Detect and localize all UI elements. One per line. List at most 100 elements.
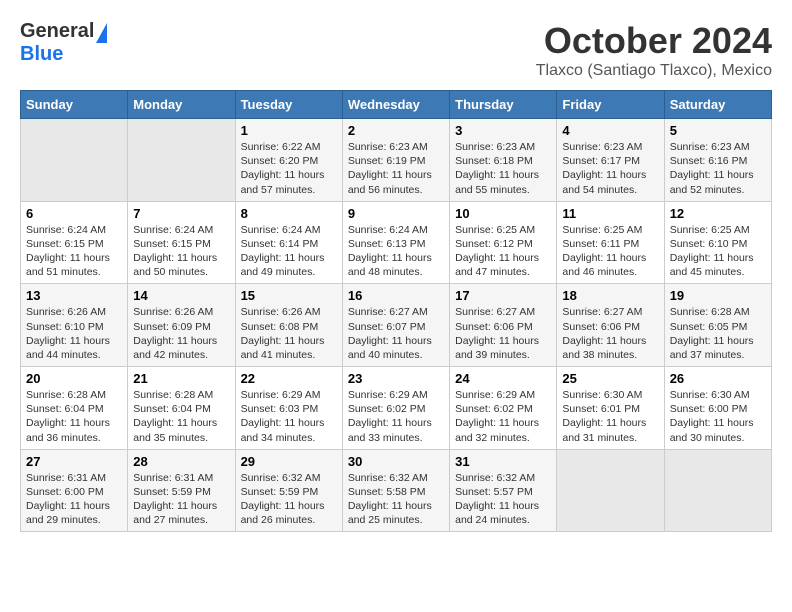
calendar-cell: 5 Sunrise: 6:23 AMSunset: 6:16 PMDaylight… [664, 119, 771, 202]
day-number: 14 [133, 288, 229, 303]
calendar-week-row: 6 Sunrise: 6:24 AMSunset: 6:15 PMDaylight… [21, 201, 772, 284]
day-info: Sunrise: 6:28 AMSunset: 6:05 PMDaylight:… [670, 305, 766, 362]
calendar-cell: 21 Sunrise: 6:28 AMSunset: 6:04 PMDayligh… [128, 367, 235, 450]
day-of-week-header: Wednesday [342, 91, 449, 119]
day-number: 31 [455, 454, 551, 469]
calendar-body: 1 Sunrise: 6:22 AMSunset: 6:20 PMDaylight… [21, 119, 772, 532]
calendar-cell: 3 Sunrise: 6:23 AMSunset: 6:18 PMDaylight… [450, 119, 557, 202]
day-of-week-header: Thursday [450, 91, 557, 119]
day-info: Sunrise: 6:28 AMSunset: 6:04 PMDaylight:… [133, 388, 229, 445]
calendar-cell [128, 119, 235, 202]
day-number: 3 [455, 123, 551, 138]
logo: General Blue [20, 20, 107, 66]
calendar-cell: 4 Sunrise: 6:23 AMSunset: 6:17 PMDaylight… [557, 119, 664, 202]
calendar-cell: 10Sunrise: 6:25 AMSunset: 6:12 PMDayligh… [450, 201, 557, 284]
day-of-week-header: Saturday [664, 91, 771, 119]
day-info: Sunrise: 6:23 AMSunset: 6:17 PMDaylight:… [562, 140, 658, 197]
day-info: Sunrise: 6:24 AMSunset: 6:13 PMDaylight:… [348, 223, 444, 280]
day-number: 1 [241, 123, 337, 138]
day-info: Sunrise: 6:26 AMSunset: 6:10 PMDaylight:… [26, 305, 122, 362]
day-info: Sunrise: 6:26 AMSunset: 6:09 PMDaylight:… [133, 305, 229, 362]
calendar-week-row: 20 Sunrise: 6:28 AMSunset: 6:04 PMDayligh… [21, 367, 772, 450]
day-info: Sunrise: 6:31 AMSunset: 5:59 PMDaylight:… [133, 471, 229, 528]
day-number: 15 [241, 288, 337, 303]
calendar-cell: 9 Sunrise: 6:24 AMSunset: 6:13 PMDaylight… [342, 201, 449, 284]
day-info: Sunrise: 6:27 AMSunset: 6:07 PMDaylight:… [348, 305, 444, 362]
logo-general-text: General [20, 20, 94, 43]
day-number: 4 [562, 123, 658, 138]
day-info: Sunrise: 6:23 AMSunset: 6:19 PMDaylight:… [348, 140, 444, 197]
day-number: 10 [455, 206, 551, 221]
title-block: October 2024 Tlaxco (Santiago Tlaxco), M… [536, 20, 772, 80]
day-number: 24 [455, 371, 551, 386]
calendar-cell: 30 Sunrise: 6:32 AMSunset: 5:58 PMDayligh… [342, 449, 449, 532]
calendar-cell: 1 Sunrise: 6:22 AMSunset: 6:20 PMDaylight… [235, 119, 342, 202]
calendar-header-row: SundayMondayTuesdayWednesdayThursdayFrid… [21, 91, 772, 119]
calendar-cell: 15Sunrise: 6:26 AMSunset: 6:08 PMDayligh… [235, 284, 342, 367]
day-info: Sunrise: 6:27 AMSunset: 6:06 PMDaylight:… [562, 305, 658, 362]
day-info: Sunrise: 6:30 AMSunset: 6:01 PMDaylight:… [562, 388, 658, 445]
day-info: Sunrise: 6:22 AMSunset: 6:20 PMDaylight:… [241, 140, 337, 197]
calendar-cell: 19 Sunrise: 6:28 AMSunset: 6:05 PMDayligh… [664, 284, 771, 367]
day-info: Sunrise: 6:29 AMSunset: 6:03 PMDaylight:… [241, 388, 337, 445]
day-number: 11 [562, 206, 658, 221]
calendar-cell: 11 Sunrise: 6:25 AMSunset: 6:11 PMDayligh… [557, 201, 664, 284]
day-info: Sunrise: 6:23 AMSunset: 6:16 PMDaylight:… [670, 140, 766, 197]
calendar-cell: 25Sunrise: 6:30 AMSunset: 6:01 PMDayligh… [557, 367, 664, 450]
day-number: 26 [670, 371, 766, 386]
day-number: 23 [348, 371, 444, 386]
calendar-cell: 2 Sunrise: 6:23 AMSunset: 6:19 PMDaylight… [342, 119, 449, 202]
day-number: 28 [133, 454, 229, 469]
calendar-cell: 22 Sunrise: 6:29 AMSunset: 6:03 PMDayligh… [235, 367, 342, 450]
day-number: 12 [670, 206, 766, 221]
calendar-cell: 8Sunrise: 6:24 AMSunset: 6:14 PMDaylight… [235, 201, 342, 284]
calendar-cell: 17 Sunrise: 6:27 AMSunset: 6:06 PMDayligh… [450, 284, 557, 367]
page-header: General Blue October 2024 Tlaxco (Santia… [20, 20, 772, 80]
calendar-cell: 26Sunrise: 6:30 AMSunset: 6:00 PMDayligh… [664, 367, 771, 450]
day-info: Sunrise: 6:32 AMSunset: 5:57 PMDaylight:… [455, 471, 551, 528]
day-number: 17 [455, 288, 551, 303]
calendar-cell: 28 Sunrise: 6:31 AMSunset: 5:59 PMDayligh… [128, 449, 235, 532]
day-info: Sunrise: 6:25 AMSunset: 6:11 PMDaylight:… [562, 223, 658, 280]
day-number: 30 [348, 454, 444, 469]
day-number: 6 [26, 206, 122, 221]
day-info: Sunrise: 6:27 AMSunset: 6:06 PMDaylight:… [455, 305, 551, 362]
calendar-cell: 31 Sunrise: 6:32 AMSunset: 5:57 PMDayligh… [450, 449, 557, 532]
calendar-cell: 13 Sunrise: 6:26 AMSunset: 6:10 PMDayligh… [21, 284, 128, 367]
day-number: 20 [26, 371, 122, 386]
day-number: 22 [241, 371, 337, 386]
day-number: 21 [133, 371, 229, 386]
location-subtitle: Tlaxco (Santiago Tlaxco), Mexico [536, 62, 772, 80]
day-number: 29 [241, 454, 337, 469]
calendar-week-row: 13 Sunrise: 6:26 AMSunset: 6:10 PMDayligh… [21, 284, 772, 367]
day-info: Sunrise: 6:29 AMSunset: 6:02 PMDaylight:… [455, 388, 551, 445]
day-number: 8 [241, 206, 337, 221]
day-number: 16 [348, 288, 444, 303]
day-number: 2 [348, 123, 444, 138]
calendar-week-row: 1 Sunrise: 6:22 AMSunset: 6:20 PMDaylight… [21, 119, 772, 202]
day-info: Sunrise: 6:31 AMSunset: 6:00 PMDaylight:… [26, 471, 122, 528]
logo-triangle-icon [96, 23, 107, 43]
day-of-week-header: Friday [557, 91, 664, 119]
calendar-table: SundayMondayTuesdayWednesdayThursdayFrid… [20, 90, 772, 532]
day-info: Sunrise: 6:24 AMSunset: 6:15 PMDaylight:… [26, 223, 122, 280]
calendar-cell: 18 Sunrise: 6:27 AMSunset: 6:06 PMDayligh… [557, 284, 664, 367]
day-info: Sunrise: 6:23 AMSunset: 6:18 PMDaylight:… [455, 140, 551, 197]
calendar-cell [557, 449, 664, 532]
day-number: 9 [348, 206, 444, 221]
day-number: 18 [562, 288, 658, 303]
day-number: 5 [670, 123, 766, 138]
day-number: 19 [670, 288, 766, 303]
day-number: 13 [26, 288, 122, 303]
calendar-cell: 23Sunrise: 6:29 AMSunset: 6:02 PMDayligh… [342, 367, 449, 450]
day-of-week-header: Tuesday [235, 91, 342, 119]
day-of-week-header: Monday [128, 91, 235, 119]
calendar-cell: 20Sunrise: 6:28 AMSunset: 6:04 PMDayligh… [21, 367, 128, 450]
day-number: 7 [133, 206, 229, 221]
day-number: 27 [26, 454, 122, 469]
calendar-week-row: 27 Sunrise: 6:31 AMSunset: 6:00 PMDayligh… [21, 449, 772, 532]
calendar-cell: 27 Sunrise: 6:31 AMSunset: 6:00 PMDayligh… [21, 449, 128, 532]
day-of-week-header: Sunday [21, 91, 128, 119]
calendar-cell: 16 Sunrise: 6:27 AMSunset: 6:07 PMDayligh… [342, 284, 449, 367]
day-info: Sunrise: 6:32 AMSunset: 5:58 PMDaylight:… [348, 471, 444, 528]
